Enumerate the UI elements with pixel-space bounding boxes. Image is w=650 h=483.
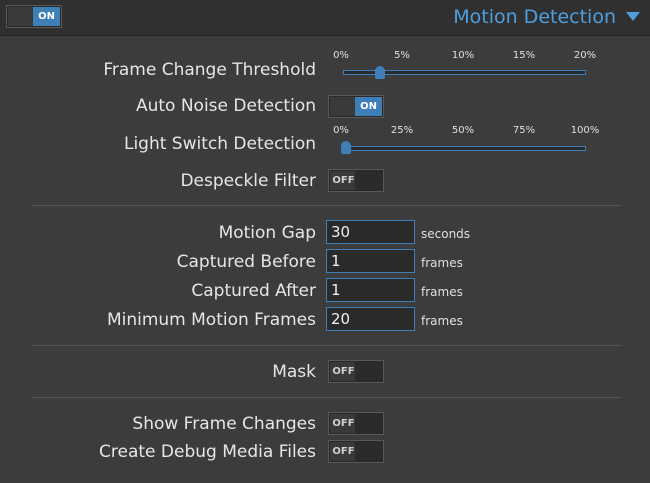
mask-label: Mask: [272, 362, 316, 382]
motion-gap-label: Motion Gap: [218, 223, 316, 243]
slider-tick-label: 0%: [333, 125, 349, 136]
toggle-knob: [355, 442, 382, 461]
section-header: ON Motion Detection: [0, 0, 650, 36]
minimum-motion-frames-label: Minimum Motion Frames: [106, 310, 316, 330]
auto-noise-detection-label: Auto Noise Detection: [135, 96, 316, 116]
toggle-state-label: OFF: [330, 171, 357, 190]
frame-change-threshold-label: Frame Change Threshold: [103, 60, 316, 80]
slider-tick-label: 20%: [573, 50, 597, 61]
section-title[interactable]: Motion Detection: [453, 5, 616, 29]
motion-detection-enable-toggle[interactable]: ON: [6, 5, 62, 28]
slider-tick-label: 15%: [512, 50, 536, 61]
minimum-motion-frames-input[interactable]: 20: [326, 307, 415, 331]
slider-tick-label: 50%: [451, 125, 475, 136]
slider-tick-label: 0%: [333, 50, 349, 61]
toggle-knob: [330, 97, 357, 116]
captured-after-input[interactable]: 1: [326, 278, 415, 302]
slider-tick-label: 75%: [512, 125, 536, 136]
show-frame-changes-toggle[interactable]: OFF: [328, 412, 384, 435]
slider-tick-label: 25%: [390, 125, 414, 136]
toggle-state-label: OFF: [330, 362, 357, 381]
toggle-state-label: ON: [33, 7, 60, 26]
captured-after-label: Captured After: [191, 281, 316, 301]
section-divider: [32, 345, 621, 346]
captured-before-label: Captured Before: [176, 252, 316, 272]
motion-gap-input[interactable]: 30: [326, 220, 415, 244]
create-debug-media-files-label: Create Debug Media Files: [99, 442, 316, 462]
light-switch-detection-slider[interactable]: [343, 146, 586, 151]
mask-toggle[interactable]: OFF: [328, 360, 384, 383]
auto-noise-detection-toggle[interactable]: ON: [328, 95, 384, 118]
slider-tick-label: 10%: [451, 50, 475, 61]
slider-tick-label: 100%: [570, 125, 600, 136]
section-divider: [32, 205, 621, 206]
toggle-knob: [8, 7, 35, 26]
toggle-knob: [355, 414, 382, 433]
toggle-state-label: OFF: [330, 442, 357, 461]
motion-gap-unit: seconds: [421, 227, 471, 241]
captured-before-unit: frames: [421, 256, 463, 270]
frame-change-threshold-slider-handle[interactable]: [375, 66, 386, 79]
despeckle-filter-toggle[interactable]: OFF: [328, 169, 384, 192]
create-debug-media-files-toggle[interactable]: OFF: [328, 440, 384, 463]
chevron-down-icon[interactable]: [626, 12, 640, 21]
light-switch-detection-slider-handle[interactable]: [341, 141, 351, 154]
toggle-knob: [355, 362, 382, 381]
slider-tick-label: 5%: [394, 50, 410, 61]
despeckle-filter-label: Despeckle Filter: [180, 171, 316, 191]
toggle-state-label: ON: [355, 97, 382, 116]
light-switch-detection-label: Light Switch Detection: [123, 134, 316, 154]
toggle-state-label: OFF: [330, 414, 357, 433]
captured-before-input[interactable]: 1: [326, 249, 415, 273]
section-divider: [32, 397, 621, 398]
captured-after-unit: frames: [421, 285, 463, 299]
minimum-motion-frames-unit: frames: [421, 314, 463, 328]
toggle-knob: [355, 171, 382, 190]
show-frame-changes-label: Show Frame Changes: [132, 414, 316, 434]
